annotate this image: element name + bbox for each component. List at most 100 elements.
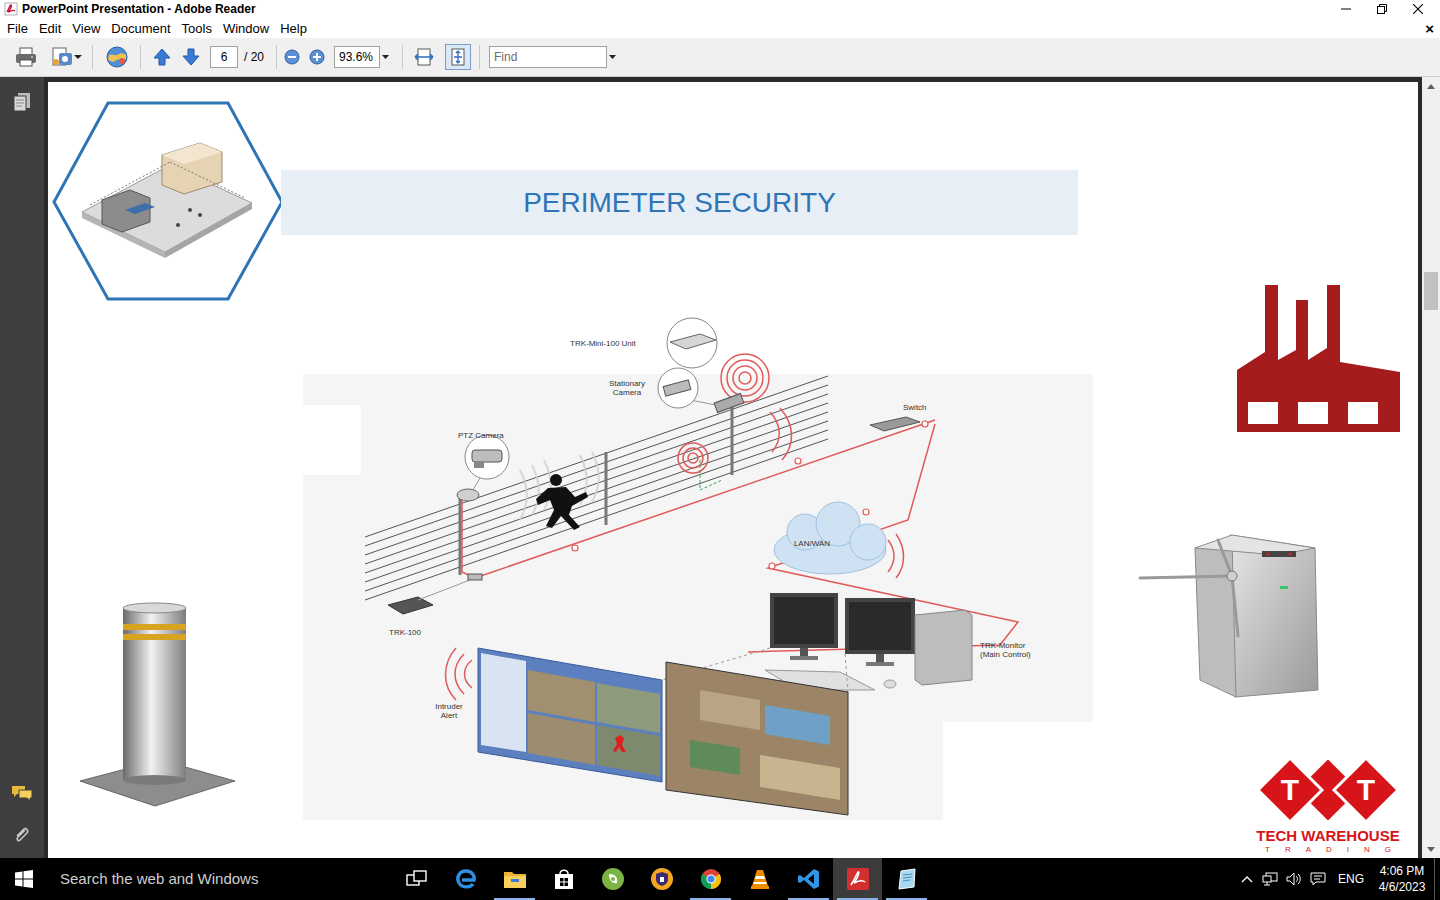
menu-item[interactable]: Help [280,22,307,35]
zoom-in-icon [309,49,325,65]
dropdown-icon [609,55,616,60]
collaborate-button[interactable] [104,44,130,70]
network-icon [1262,872,1278,886]
running-indicator [543,898,584,900]
separator [479,45,480,69]
restore-button[interactable] [1364,0,1400,18]
show-hidden-icons-button[interactable] [1236,858,1258,900]
running-indicator [592,898,633,900]
search-placeholder: Search the web and Windows [60,868,258,891]
slide-title: PERIMETER SECURITY [523,182,836,224]
diagram-label: Switch [903,403,943,412]
close-button[interactable] [1400,0,1436,18]
close-document-button[interactable]: × [1425,21,1434,36]
menu-bar: File Edit View Document Tools Window Help × [0,18,1440,38]
action-center-button[interactable] [1306,858,1330,900]
diagram-label: PTZ Camera [458,431,518,440]
diagram-label: Stationary Camera [600,379,654,397]
print-button[interactable] [14,45,38,69]
taskbar-app-button[interactable] [490,858,539,900]
diagram-label: TRK-Monitor (Main Control) [980,641,1046,659]
taskbar-app-button[interactable] [784,858,833,900]
show-desktop-button[interactable] [1434,858,1440,900]
chevron-up-icon [1241,875,1253,883]
printer-icon [15,46,37,68]
share-button[interactable] [50,45,84,69]
page-number-field[interactable] [210,46,238,68]
attachments-button[interactable] [10,824,34,846]
running-indicator [494,898,535,900]
volume-button[interactable] [1282,858,1306,900]
restore-icon [1377,4,1387,14]
logo-letter: T [1346,770,1386,810]
menu-item[interactable]: File [7,22,28,35]
previous-page-button[interactable] [150,45,174,69]
find-dropdown[interactable] [607,46,617,68]
scroll-thumb[interactable] [1424,272,1438,310]
zoom-in-button[interactable] [308,48,326,66]
taskbar-app-button[interactable] [882,858,931,900]
taskbar-app-button[interactable] [588,858,637,900]
down-arrow-icon [181,47,201,67]
search-box[interactable]: Search the web and Windows [48,858,392,900]
running-indicator [445,898,486,900]
start-button[interactable] [0,858,48,900]
file-explorer-icon [502,866,528,892]
up-arrow-icon [152,47,172,67]
menu-item[interactable]: Tools [182,22,212,35]
taskbar-app-button[interactable] [539,858,588,900]
fit-page-button[interactable] [445,44,471,70]
logo-tagline: TRADING [1244,845,1412,855]
zoom-field[interactable] [334,46,380,68]
scroll-down-button[interactable] [1422,840,1440,858]
taskbar-app-button[interactable] [686,858,735,900]
chrome-icon [698,866,724,892]
zoom-out-icon [284,49,300,65]
navigation-pane [0,77,44,858]
vlc-icon [747,866,773,892]
next-page-button[interactable] [179,45,203,69]
comments-button[interactable] [10,782,34,804]
fit-width-button[interactable] [411,44,437,70]
menu-item[interactable]: Document [111,22,170,35]
clock[interactable]: 4:06 PM 4/6/2023 [1372,863,1432,895]
document-share-icon [50,45,74,69]
diagram-label: TRK-Mini-100 Unit [570,339,670,348]
clock-time: 4:06 PM [1380,863,1425,879]
menu-item[interactable]: View [72,22,100,35]
find-field[interactable] [489,46,607,68]
dropdown-icon [382,55,389,60]
globe-icon [105,45,129,69]
dropdown-icon [74,54,82,60]
vertical-scrollbar[interactable] [1422,77,1440,858]
page-thumbnails-button[interactable] [10,91,34,113]
taskbar-app-button[interactable] [735,858,784,900]
taskbar-app-button[interactable] [637,858,686,900]
zoom-dropdown[interactable] [380,46,390,68]
edge-icon [453,866,479,892]
diagram-label: Intruder Alert [428,702,470,720]
taskbar-app-button[interactable] [441,858,490,900]
adobe-reader-icon [4,2,18,16]
network-button[interactable] [1258,858,1282,900]
comment-icon [11,784,33,802]
taskbar-app-button[interactable] [392,858,441,900]
green-app-icon [600,866,626,892]
scroll-up-button[interactable] [1422,77,1440,95]
company-logo [1258,758,1398,822]
notepad-app-icon [894,866,920,892]
menu-item[interactable]: Window [223,22,269,35]
taskbar-app-button[interactable] [833,858,882,900]
minimize-button[interactable] [1328,0,1364,18]
separator [276,45,277,69]
slide-page: PERIMETER SECURITY TRK-Mini-100 Unit Stat… [48,82,1418,858]
system-tray: ENG 4:06 PM 4/6/2023 [1236,858,1440,900]
input-language[interactable]: ENG [1330,870,1372,888]
bollard-picture [80,603,235,806]
toolbar: / 20 [0,38,1440,77]
zoom-out-button[interactable] [283,48,301,66]
menu-item[interactable]: Edit [39,22,61,35]
store-icon [551,866,577,892]
title-bar: PowerPoint Presentation - Adobe Reader [0,0,1440,18]
document-area: PERIMETER SECURITY TRK-Mini-100 Unit Stat… [44,77,1422,858]
